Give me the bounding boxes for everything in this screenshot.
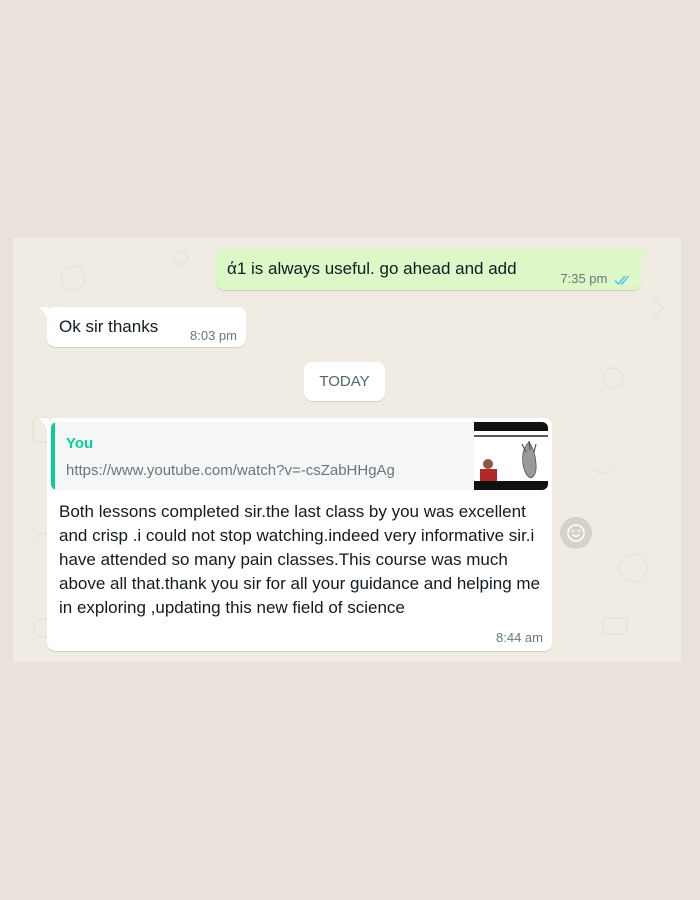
message-time: 8:44 am: [496, 630, 543, 645]
video-thumbnail: [474, 422, 548, 490]
date-separator: TODAY: [304, 362, 385, 401]
message-incoming-reply[interactable]: You https://www.youtube.com/watch?v=-csZ…: [39, 418, 552, 651]
chat-panel: ά1 is always useful. go ahead and add 7:…: [13, 238, 681, 662]
quoted-message[interactable]: You https://www.youtube.com/watch?v=-csZ…: [51, 422, 548, 490]
reaction-button[interactable]: [560, 517, 592, 549]
quote-accent-bar: [51, 422, 55, 490]
bubble-tail: [39, 307, 49, 319]
double-check-icon: [614, 275, 630, 285]
bubble-tail: [639, 249, 649, 261]
message-text: Both lessons completed sir.the last clas…: [59, 502, 541, 617]
message-outgoing[interactable]: ά1 is always useful. go ahead and add 7:…: [216, 249, 649, 290]
message-meta: 7:35 pm: [560, 271, 633, 286]
quote-link: https://www.youtube.com/watch?v=-csZabHH…: [66, 462, 395, 479]
message-time: 7:35 pm: [560, 271, 608, 286]
message-incoming[interactable]: Ok sir thanks 8:03 pm: [39, 307, 246, 347]
message-text: Ok sir thanks: [59, 317, 159, 336]
quote-author: You: [66, 435, 94, 452]
bubble-tail: [39, 418, 49, 430]
smiley-icon: [567, 524, 585, 542]
message-text: ά1 is always useful. go ahead and add: [227, 259, 517, 278]
message-time: 8:03 pm: [190, 328, 237, 343]
